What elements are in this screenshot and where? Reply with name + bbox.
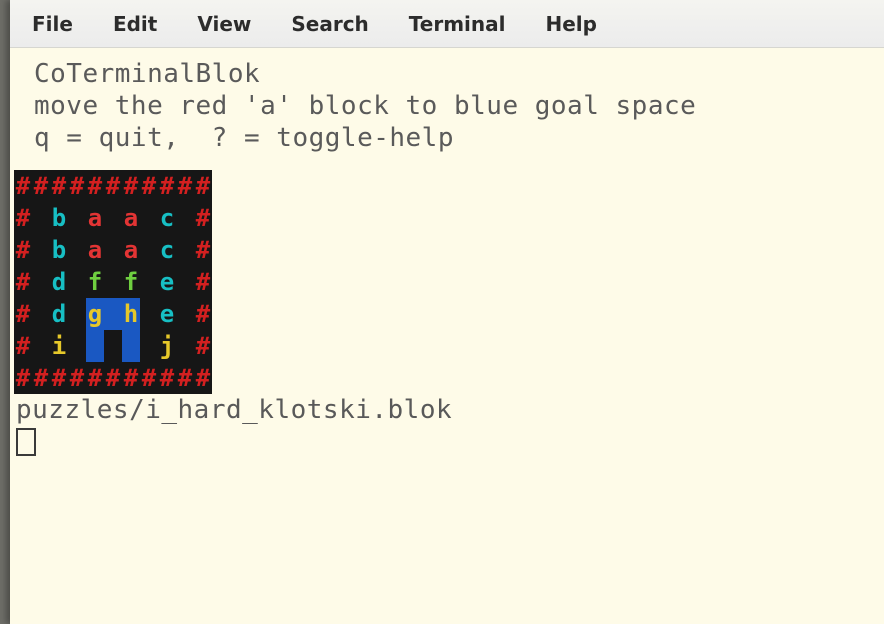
- terminal-output[interactable]: CoTerminalBlok move the red 'a' block to…: [10, 48, 884, 456]
- board-cell-3-8: e: [158, 266, 176, 298]
- board-cell-3-3: [68, 266, 86, 298]
- board-cell-5-7: [140, 330, 158, 362]
- file-path: puzzles/i_hard_klotski.blok: [10, 394, 884, 426]
- board-cell-2-1: [32, 234, 50, 266]
- menubar: File Edit View Search Terminal Help: [10, 0, 884, 48]
- board-cell-6-5: #: [104, 362, 122, 394]
- board-cell-0-0: #: [14, 170, 32, 202]
- board-cell-6-0: #: [14, 362, 32, 394]
- board-cell-3-6: f: [122, 266, 140, 298]
- board-cell-3-10: #: [194, 266, 212, 298]
- board-cell-5-0: #: [14, 330, 32, 362]
- board-cell-4-3: [68, 298, 86, 330]
- board-cell-5-3: [68, 330, 86, 362]
- board-cell-6-3: #: [68, 362, 86, 394]
- board-cell-5-2: i: [50, 330, 68, 362]
- menu-edit[interactable]: Edit: [113, 6, 179, 42]
- board-cell-5-1: [32, 330, 50, 362]
- board-cell-6-7: #: [140, 362, 158, 394]
- board-cell-0-10: #: [194, 170, 212, 202]
- board-cell-5-8: j: [158, 330, 176, 362]
- board-cell-3-4: f: [86, 266, 104, 298]
- board-cell-2-3: [68, 234, 86, 266]
- board-cell-4-8: e: [158, 298, 176, 330]
- board-cell-4-6: h: [122, 298, 140, 330]
- menu-file[interactable]: File: [32, 6, 95, 42]
- board-cell-2-10: #: [194, 234, 212, 266]
- board-cell-1-9: [176, 202, 194, 234]
- board-cell-0-3: #: [68, 170, 86, 202]
- board-cell-0-2: #: [50, 170, 68, 202]
- board-cell-6-9: #: [176, 362, 194, 394]
- menu-terminal[interactable]: Terminal: [409, 6, 528, 42]
- board-cell-0-8: #: [158, 170, 176, 202]
- board-cell-3-7: [140, 266, 158, 298]
- board-cell-5-6: [122, 330, 140, 362]
- menu-view[interactable]: View: [197, 6, 273, 42]
- terminal-window: File Edit View Search Terminal Help CoTe…: [10, 0, 884, 624]
- board-cell-1-1: [32, 202, 50, 234]
- board-cell-3-1: [32, 266, 50, 298]
- menu-search[interactable]: Search: [291, 6, 390, 42]
- board-cell-0-5: #: [104, 170, 122, 202]
- board-cell-4-2: d: [50, 298, 68, 330]
- game-board: ############ b a a c ## b a a c ## d f f…: [14, 170, 212, 394]
- board-cell-1-8: c: [158, 202, 176, 234]
- board-cell-0-1: #: [32, 170, 50, 202]
- board-cell-1-7: [140, 202, 158, 234]
- board-cell-3-0: #: [14, 266, 32, 298]
- board-cell-0-4: #: [86, 170, 104, 202]
- board-cell-6-2: #: [50, 362, 68, 394]
- board-cell-3-9: [176, 266, 194, 298]
- board-cell-2-4: a: [86, 234, 104, 266]
- board-cell-0-7: #: [140, 170, 158, 202]
- board-cell-6-8: #: [158, 362, 176, 394]
- board-cell-6-6: #: [122, 362, 140, 394]
- board-cell-1-2: b: [50, 202, 68, 234]
- terminal-cursor: [16, 428, 36, 456]
- instruction-line: move the red 'a' block to blue goal spac…: [10, 90, 884, 122]
- board-cell-5-9: [176, 330, 194, 362]
- board-cell-2-5: [104, 234, 122, 266]
- board-cell-1-6: a: [122, 202, 140, 234]
- board-cell-4-7: [140, 298, 158, 330]
- board-cell-3-5: [104, 266, 122, 298]
- board-cell-3-2: d: [50, 266, 68, 298]
- board-cell-1-3: [68, 202, 86, 234]
- app-title: CoTerminalBlok: [10, 58, 884, 90]
- board-cell-2-2: b: [50, 234, 68, 266]
- board-cell-4-1: [32, 298, 50, 330]
- board-cell-4-4: g: [86, 298, 104, 330]
- board-cell-1-10: #: [194, 202, 212, 234]
- board-cell-2-0: #: [14, 234, 32, 266]
- board-cell-2-8: c: [158, 234, 176, 266]
- board-cell-6-4: #: [86, 362, 104, 394]
- board-cell-1-4: a: [86, 202, 104, 234]
- menu-help[interactable]: Help: [546, 6, 619, 42]
- board-cell-4-9: [176, 298, 194, 330]
- board-cell-2-9: [176, 234, 194, 266]
- board-cell-5-10: #: [194, 330, 212, 362]
- board-cell-5-4: [86, 330, 104, 362]
- board-cell-6-10: #: [194, 362, 212, 394]
- board-cell-4-10: #: [194, 298, 212, 330]
- board-cell-0-9: #: [176, 170, 194, 202]
- board-cell-0-6: #: [122, 170, 140, 202]
- board-cell-5-5: [104, 330, 122, 362]
- board-cell-1-0: #: [14, 202, 32, 234]
- board-cell-6-1: #: [32, 362, 50, 394]
- board-cell-1-5: [104, 202, 122, 234]
- board-cell-4-0: #: [14, 298, 32, 330]
- board-cell-2-6: a: [122, 234, 140, 266]
- board-cell-2-7: [140, 234, 158, 266]
- board-cell-4-5: [104, 298, 122, 330]
- controls-line: q = quit, ? = toggle-help: [10, 122, 884, 154]
